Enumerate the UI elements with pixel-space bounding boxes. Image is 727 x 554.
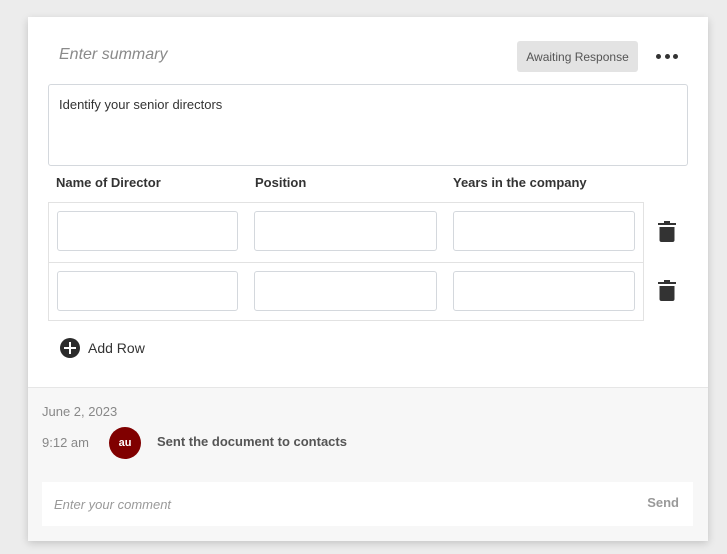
- trash-icon: [658, 280, 676, 301]
- add-row-label: Add Row: [88, 340, 145, 356]
- more-options-button[interactable]: [656, 49, 678, 63]
- position-input[interactable]: [254, 271, 437, 311]
- years-input[interactable]: [453, 211, 635, 251]
- status-badge: Awaiting Response: [517, 41, 638, 72]
- question-text: Identify your senior directors: [59, 97, 223, 112]
- question-box[interactable]: Identify your senior directors: [48, 84, 688, 166]
- activity-time: 9:12 am: [42, 435, 89, 450]
- column-header-name: Name of Director: [56, 175, 161, 190]
- more-horizontal-icon: [664, 53, 670, 59]
- add-row-button[interactable]: Add Row: [60, 338, 145, 358]
- years-input[interactable]: [453, 271, 635, 311]
- plus-circle-icon: [60, 338, 80, 358]
- comment-input[interactable]: [42, 482, 622, 526]
- activity-text: Sent the document to contacts: [157, 434, 347, 449]
- send-button[interactable]: Send: [647, 495, 679, 510]
- position-input[interactable]: [254, 211, 437, 251]
- table-row: [49, 262, 643, 321]
- comment-box: Send: [42, 482, 693, 526]
- activity-date: June 2, 2023: [42, 404, 118, 419]
- table-row: [49, 203, 643, 261]
- summary-field[interactable]: Enter summary: [59, 46, 167, 64]
- director-name-input[interactable]: [57, 271, 238, 311]
- delete-row-button[interactable]: [657, 279, 677, 303]
- column-header-years: Years in the company: [453, 175, 587, 190]
- activity-panel: June 2, 2023 9:12 am au Sent the documen…: [28, 387, 708, 541]
- column-header-position: Position: [255, 175, 307, 190]
- directors-table: [48, 202, 644, 321]
- document-card: Enter summary Awaiting Response Identify…: [28, 17, 708, 541]
- director-name-input[interactable]: [57, 211, 238, 251]
- more-horizontal-icon: [673, 53, 678, 59]
- trash-icon: [658, 221, 676, 242]
- more-horizontal-icon: [656, 53, 661, 59]
- delete-row-button[interactable]: [657, 220, 677, 244]
- avatar: au: [109, 427, 141, 459]
